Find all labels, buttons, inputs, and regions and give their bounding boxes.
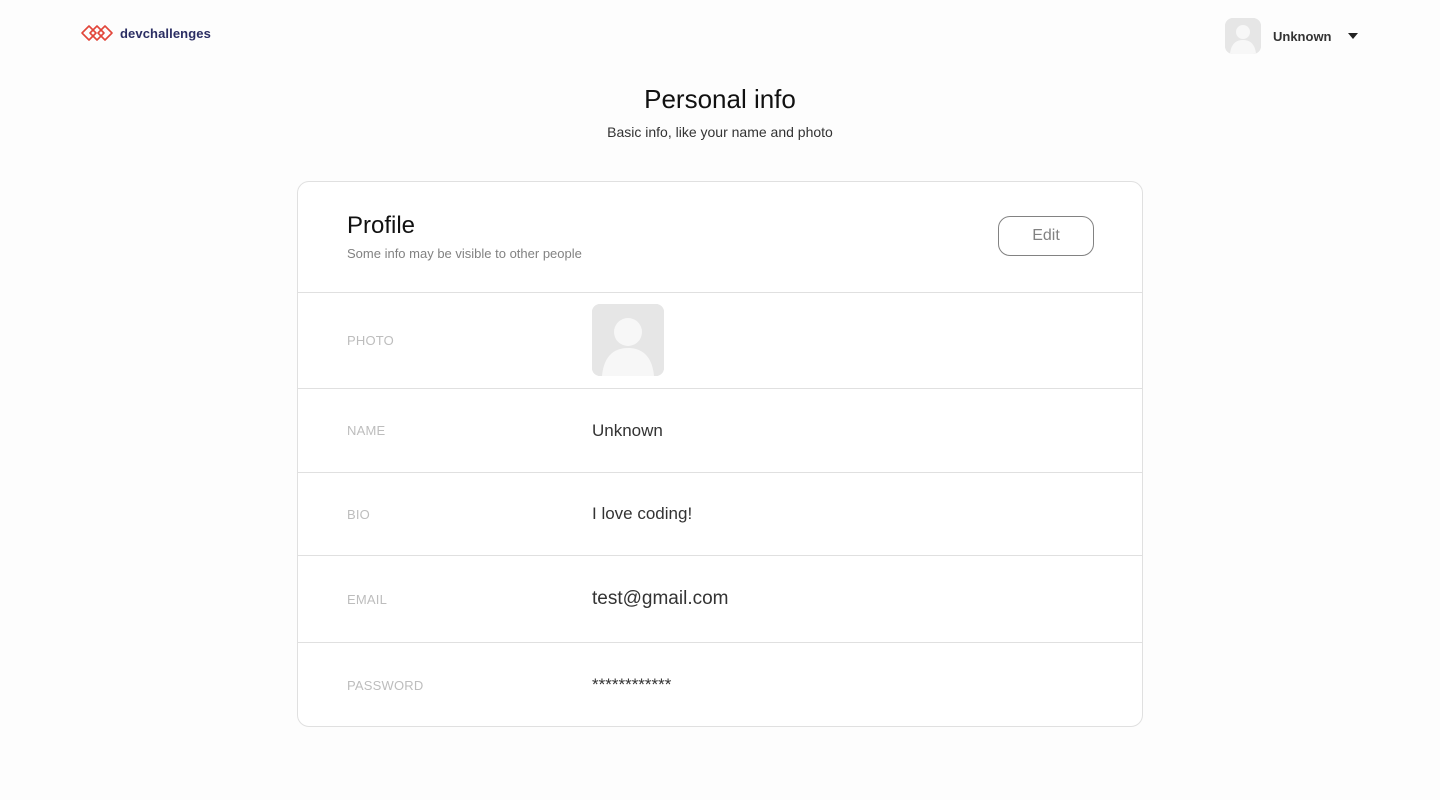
password-value: ************ <box>592 675 672 694</box>
user-name[interactable]: Unknown <box>1273 29 1332 44</box>
name-label: NAME <box>347 423 386 438</box>
email-value: test@gmail.com <box>592 588 729 609</box>
user-menu[interactable]: Unknown <box>1225 18 1358 54</box>
caret-down-icon[interactable] <box>1347 33 1358 39</box>
photo-label: PHOTO <box>347 333 394 348</box>
profile-subtitle: Some info may be visible to other people <box>347 246 582 261</box>
profile-photo <box>592 304 664 376</box>
photo-row: PHOTO <box>298 293 1142 389</box>
email-row: EMAIL test@gmail.com <box>298 556 1142 643</box>
logo-text: devchallenges <box>120 25 211 41</box>
profile-card-header: Profile Some info may be visible to othe… <box>298 182 1142 293</box>
avatar-placeholder-icon <box>1225 18 1261 54</box>
name-row: NAME Unknown <box>298 389 1142 473</box>
bio-label: BIO <box>347 506 370 522</box>
bio-value: I love coding! <box>592 504 693 523</box>
page-subtitle: Basic info, like your name and photo <box>607 124 833 140</box>
name-value: Unknown <box>592 420 663 440</box>
profile-card: Profile Some info may be visible to othe… <box>297 181 1143 727</box>
page: devchallenges Unknown Personal info Basi… <box>0 0 1440 800</box>
edit-button[interactable]: Edit <box>998 216 1094 256</box>
password-row: PASSWORD ************ <box>298 643 1142 726</box>
user-avatar[interactable] <box>1225 18 1261 54</box>
avatar-placeholder-icon <box>592 304 664 376</box>
bio-row: BIO I love coding! <box>298 473 1142 556</box>
devchallenges-logo[interactable]: devchallenges <box>80 23 211 43</box>
email-label: EMAIL <box>347 591 388 607</box>
profile-title: Profile <box>347 212 416 239</box>
logo-mark-icon <box>81 25 113 41</box>
page-title: Personal info <box>644 84 796 114</box>
password-label: PASSWORD <box>347 677 424 693</box>
